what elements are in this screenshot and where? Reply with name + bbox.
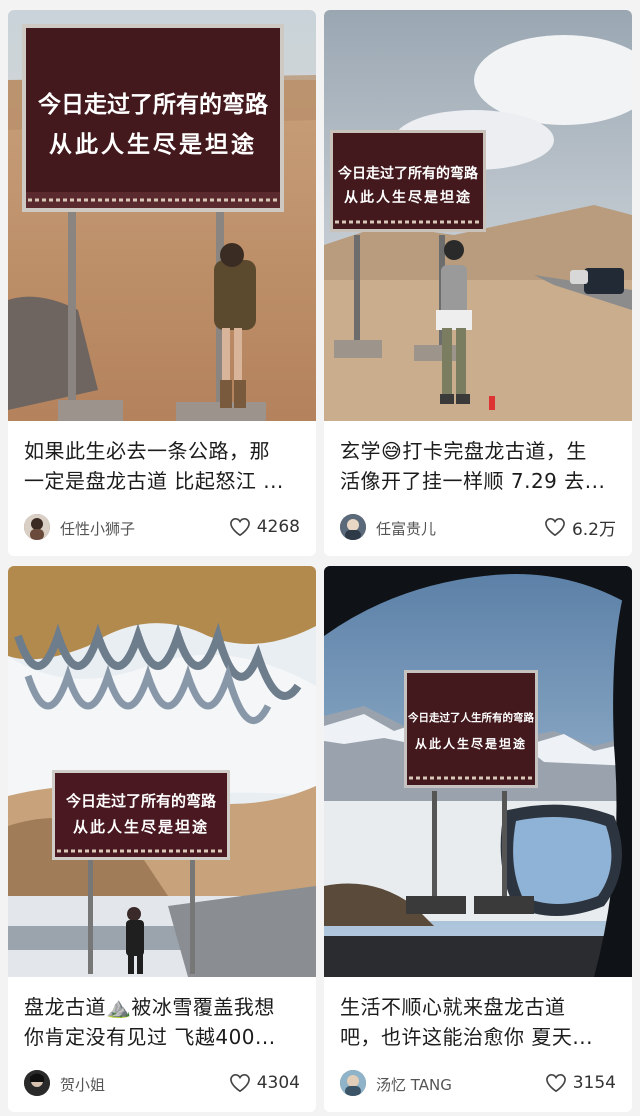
like-count: 3154	[572, 1073, 616, 1093]
heart-outline-icon	[545, 517, 565, 537]
post-title-line: 生活不顺心就来盘龙古道	[340, 995, 566, 1019]
like-count: 4268	[256, 517, 300, 537]
heart-outline-icon	[545, 1073, 566, 1093]
avatar[interactable]	[340, 1070, 366, 1096]
author-name[interactable]: 任性小狮子	[60, 518, 135, 539]
post-cover-image[interactable]: 今日走过了所有的弯路 从此人生尽是坦途	[8, 10, 316, 421]
sign-line-1: 今日走过了所有的弯路	[38, 91, 269, 118]
author-name[interactable]: 汤忆 TANG	[376, 1074, 452, 1095]
post-title[interactable]: 生活不顺心就来盘龙古道 吧，也许这能治愈你 夏天...	[340, 992, 618, 1052]
post-title-line: 你肯定没有见过 飞越400...	[24, 1025, 276, 1049]
post-title-line: 如果此生必去一条公路，那	[24, 439, 270, 463]
post-title-line: 吧，也许这能治愈你 夏天...	[340, 1025, 593, 1049]
post-title-line: 活像开了挂一样顺 7.29 去...	[340, 469, 606, 493]
like-count: 6.2万	[571, 519, 616, 540]
post-meta: 汤忆 TANG 3154	[340, 1068, 616, 1098]
like-button[interactable]: 4268	[229, 515, 300, 539]
author-name[interactable]: 任富贵儿	[376, 518, 436, 539]
post-title[interactable]: 玄学😅打卡完盘龙古道，生 活像开了挂一样顺 7.29 去...	[340, 436, 618, 496]
sign-line-1: 今日走过了所有的弯路	[65, 792, 217, 810]
post-title-line: 一定是盘龙古道 比起怒江 ...	[24, 469, 284, 493]
post-title-line: 盘龙古道⛰️被冰雪覆盖我想	[24, 995, 275, 1019]
post-title[interactable]: 盘龙古道⛰️被冰雪覆盖我想 你肯定没有见过 飞越400...	[24, 992, 302, 1052]
post-title-line: 玄学😅打卡完盘龙古道，生	[340, 439, 587, 463]
like-button[interactable]: 6.2万	[544, 515, 616, 540]
sign-line-2: 从此人生尽是坦途	[73, 818, 209, 836]
post-meta: 任富贵儿 6.2万	[340, 512, 616, 542]
heart-outline-icon	[229, 1073, 250, 1093]
author-name[interactable]: 贺小姐	[60, 1074, 105, 1095]
avatar[interactable]	[24, 1070, 50, 1096]
sign-line-2: 从此人生尽是坦途	[344, 189, 472, 206]
sign-line-1: 今日走过了所有的弯路	[337, 165, 479, 182]
post-cover-image[interactable]: 今日走过了所有的弯路 从此人生尽是坦途	[8, 566, 316, 977]
sign-line-2: 从此人生尽是坦途	[415, 736, 527, 751]
sign-line-1: 今日走过了人生所有的弯路	[407, 711, 534, 724]
avatar[interactable]	[340, 514, 366, 540]
post-meta: 任性小狮子 4268	[24, 512, 300, 542]
post-card[interactable]: 今日走过了所有的弯路 从此人生尽是坦途 玄学😅打卡完盘龙古道，生 活像开了挂一样…	[324, 10, 632, 556]
post-card[interactable]: 今日走过了人生所有的弯路 从此人生尽是坦途 生活不顺心就来盘龙古道 吧，也许这能…	[324, 566, 632, 1112]
like-count: 4304	[256, 1073, 300, 1093]
heart-outline-icon	[229, 517, 250, 537]
post-meta: 贺小姐 4304	[24, 1068, 300, 1098]
post-cover-image[interactable]: 今日走过了所有的弯路 从此人生尽是坦途	[324, 10, 632, 421]
post-cover-image[interactable]: 今日走过了人生所有的弯路 从此人生尽是坦途	[324, 566, 632, 977]
post-title[interactable]: 如果此生必去一条公路，那 一定是盘龙古道 比起怒江 ...	[24, 436, 302, 496]
avatar[interactable]	[24, 514, 50, 540]
like-button[interactable]: 4304	[229, 1071, 300, 1095]
post-card[interactable]: 今日走过了所有的弯路 从此人生尽是坦途 盘龙古道⛰️被冰雪覆盖我想 你肯定没有见…	[8, 566, 316, 1112]
post-card[interactable]: 今日走过了所有的弯路 从此人生尽是坦途 如果此生必去一条公路，那 一定是盘龙古道…	[8, 10, 316, 556]
like-button[interactable]: 3154	[545, 1071, 616, 1095]
sign-line-2: 从此人生尽是坦途	[49, 131, 257, 158]
